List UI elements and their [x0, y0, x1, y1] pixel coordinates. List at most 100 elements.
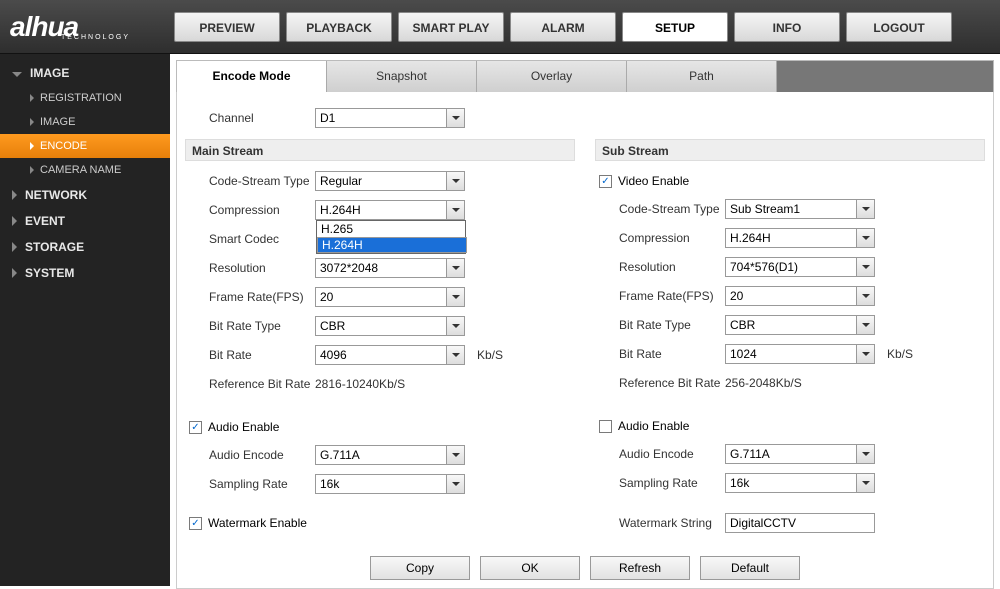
main-bit-rate-label: Bit Rate [185, 348, 315, 362]
sidebar-item-camera-name[interactable]: CAMERA NAME [0, 158, 170, 182]
compression-option-h265[interactable]: H.265 [317, 221, 465, 237]
chevron-icon [12, 242, 17, 252]
main-audio-encode-select[interactable]: G.711A [315, 445, 465, 465]
main-code-stream-type-value: Regular [320, 174, 362, 188]
main-sampling-rate-label: Sampling Rate [185, 477, 315, 491]
sidebar-item-encode[interactable]: ENCODE [0, 134, 170, 158]
main-code-stream-type-label: Code-Stream Type [185, 174, 315, 188]
sub-stream-column: Sub Stream Video Enable Code-Stream Type… [595, 133, 985, 499]
sidebar-cat-image[interactable]: IMAGE [0, 60, 170, 86]
main-audio-encode-value: G.711A [320, 448, 360, 462]
sub-sampling-rate-label: Sampling Rate [595, 476, 725, 490]
topnav-tab-info[interactable]: INFO [734, 12, 840, 42]
sub-tabs: Encode ModeSnapshotOverlayPath [176, 60, 994, 92]
sidebar-item-registration[interactable]: REGISTRATION [0, 86, 170, 110]
sidebar-cat-network[interactable]: NETWORK [0, 182, 170, 208]
content: Encode ModeSnapshotOverlayPath Channel D… [170, 54, 1000, 586]
subtab-overlay[interactable]: Overlay [477, 61, 627, 92]
chevron-down-icon [446, 475, 464, 493]
main-compression-select[interactable]: H.264H H.265H.264H [315, 200, 465, 220]
sub-video-enable-label: Video Enable [618, 174, 689, 188]
sub-frame-rate-select[interactable]: 20 [725, 286, 875, 306]
main-bit-rate-type-select[interactable]: CBR [315, 316, 465, 336]
sub-audio-encode-value: G.711A [730, 447, 770, 461]
action-buttons: Copy OK Refresh Default [185, 556, 985, 580]
sub-code-stream-type-label: Code-Stream Type [595, 202, 725, 216]
ok-button[interactable]: OK [480, 556, 580, 580]
main-resolution-select[interactable]: 3072*2048 [315, 258, 465, 278]
main-resolution-value: 3072*2048 [320, 261, 378, 275]
channel-select[interactable]: D1 [315, 108, 465, 128]
chevron-down-icon [856, 316, 874, 334]
main-ref-bit-rate-value: 2816-10240Kb/S [315, 377, 405, 391]
sub-audio-enable-label: Audio Enable [618, 419, 689, 433]
chevron-down-icon [856, 287, 874, 305]
sidebar-cat-storage[interactable]: STORAGE [0, 234, 170, 260]
refresh-button[interactable]: Refresh [590, 556, 690, 580]
default-button[interactable]: Default [700, 556, 800, 580]
main-frame-rate-select[interactable]: 20 [315, 287, 465, 307]
logo-subtext: TECHNOLOGY [61, 34, 130, 41]
topnav-tab-preview[interactable]: PREVIEW [174, 12, 280, 42]
chevron-down-icon [856, 258, 874, 276]
sub-compression-select[interactable]: H.264H [725, 228, 875, 248]
topnav-tab-alarm[interactable]: ALARM [510, 12, 616, 42]
sub-frame-rate-label: Frame Rate(FPS) [595, 289, 725, 303]
main-audio-encode-label: Audio Encode [185, 448, 315, 462]
channel-label: Channel [185, 111, 315, 125]
main-bit-rate-select[interactable]: 4096 [315, 345, 465, 365]
sub-compression-value: H.264H [730, 231, 771, 245]
main-stream-header: Main Stream [185, 139, 575, 161]
watermark-string-label: Watermark String [595, 516, 725, 530]
chevron-down-icon [446, 346, 464, 364]
chevron-down-icon [856, 445, 874, 463]
chevron-down-icon [856, 345, 874, 363]
sub-resolution-label: Resolution [595, 260, 725, 274]
sub-bit-rate-type-select[interactable]: CBR [725, 315, 875, 335]
chevron-down-icon [446, 317, 464, 335]
main-code-stream-type-select[interactable]: Regular [315, 171, 465, 191]
main-smart-codec-label: Smart Codec [185, 232, 315, 246]
sub-audio-encode-select[interactable]: G.711A [725, 444, 875, 464]
main-sampling-rate-value: 16k [320, 477, 339, 491]
topnav-tab-playback[interactable]: PLAYBACK [286, 12, 392, 42]
topnav-tab-setup[interactable]: SETUP [622, 12, 728, 42]
copy-button[interactable]: Copy [370, 556, 470, 580]
main-frame-rate-value: 20 [320, 290, 333, 304]
subtab-snapshot[interactable]: Snapshot [327, 61, 477, 92]
chevron-down-icon [446, 109, 464, 127]
encode-panel: Channel D1 Main Stream Code-Stream Type [176, 92, 994, 589]
main-sampling-rate-select[interactable]: 16k [315, 474, 465, 494]
chevron-down-icon [446, 446, 464, 464]
chevron-down-icon [856, 474, 874, 492]
sidebar-item-image[interactable]: IMAGE [0, 110, 170, 134]
watermark-string-input[interactable] [725, 513, 875, 533]
sidebar-cat-system[interactable]: SYSTEM [0, 260, 170, 286]
chevron-down-icon [446, 288, 464, 306]
chevron-down-icon [856, 200, 874, 218]
sub-stream-header: Sub Stream [595, 139, 985, 161]
topnav-tab-smart-play[interactable]: SMART PLAY [398, 12, 504, 42]
compression-option-h264h[interactable]: H.264H [317, 237, 467, 253]
subtab-path[interactable]: Path [627, 61, 777, 92]
top-nav: PREVIEWPLAYBACKSMART PLAYALARMSETUPINFOL… [174, 12, 952, 42]
sub-sampling-rate-select[interactable]: 16k [725, 473, 875, 493]
sub-bit-rate-select[interactable]: 1024 [725, 344, 875, 364]
sub-sampling-rate-value: 16k [730, 476, 749, 490]
sub-ref-bit-rate-label: Reference Bit Rate [595, 376, 725, 390]
main-resolution-label: Resolution [185, 261, 315, 275]
watermark-enable-checkbox[interactable] [189, 517, 202, 530]
logo: alhua TECHNOLOGY [10, 11, 160, 43]
sub-video-enable-checkbox[interactable] [599, 175, 612, 188]
topnav-tab-logout[interactable]: LOGOUT [846, 12, 952, 42]
sidebar-cat-event[interactable]: EVENT [0, 208, 170, 234]
sidebar-cat-label: IMAGE [30, 66, 69, 80]
sub-code-stream-type-select[interactable]: Sub Stream1 [725, 199, 875, 219]
chevron-down-icon [446, 259, 464, 277]
subtab-encode-mode[interactable]: Encode Mode [177, 61, 327, 92]
chevron-icon [12, 190, 17, 200]
main-bit-rate-type-value: CBR [320, 319, 345, 333]
main-audio-enable-checkbox[interactable] [189, 421, 202, 434]
sub-audio-enable-checkbox[interactable] [599, 420, 612, 433]
sub-resolution-select[interactable]: 704*576(D1) [725, 257, 875, 277]
